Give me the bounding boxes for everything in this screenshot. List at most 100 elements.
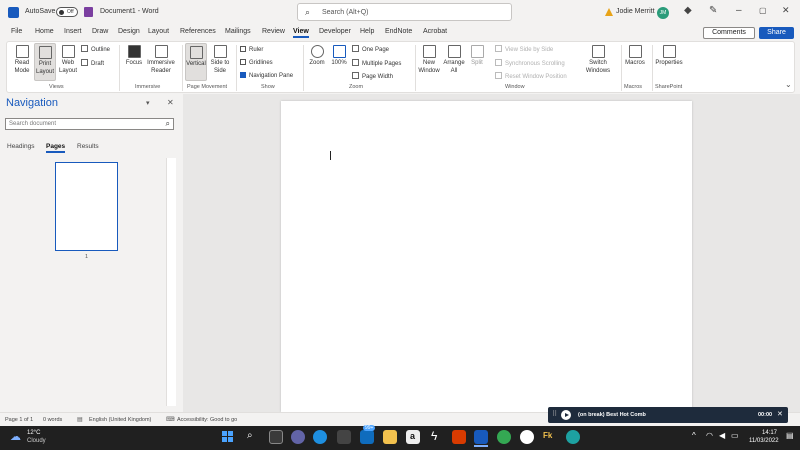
diamond-icon[interactable]: ◆ (684, 5, 692, 16)
amazon-icon[interactable]: a (406, 430, 420, 444)
avatar[interactable]: JM (657, 7, 669, 19)
font-app-icon[interactable]: Fk (543, 431, 552, 440)
split-button[interactable]: Split (468, 45, 486, 67)
notification-icon[interactable]: ▤ (786, 431, 794, 440)
drag-handle-icon[interactable]: ⠿ (552, 410, 557, 418)
language[interactable]: English (United Kingdom) (89, 417, 151, 423)
pen-icon[interactable]: ✎ (709, 5, 717, 16)
battery-icon[interactable]: ▭ (731, 431, 739, 440)
document-page[interactable] (281, 101, 692, 412)
zoom-100-label: 100% (331, 60, 347, 66)
wifi-icon[interactable]: ◠ (706, 431, 713, 440)
draft-button[interactable]: Draft (81, 59, 104, 67)
comments-button[interactable]: Comments (703, 27, 755, 39)
nav-options-icon[interactable]: ▾ (146, 99, 150, 107)
accessibility-status[interactable]: Accessibility: Good to go (177, 417, 237, 423)
play-icon[interactable] (561, 410, 571, 420)
view-side-by-side-button[interactable]: View Side by Side (495, 45, 553, 53)
synchronous-scrolling-button[interactable]: Synchronous Scrolling (495, 59, 565, 67)
windows-start-icon[interactable] (221, 430, 235, 444)
search-placeholder: Search (Alt+Q) (322, 9, 369, 16)
read-mode-button[interactable]: Read Mode (10, 45, 34, 75)
search-icon[interactable]: ⌕ (166, 119, 170, 129)
navigation-pane-checkbox[interactable]: Navigation Pane (240, 72, 293, 79)
tab-view[interactable]: View (293, 28, 309, 38)
file-explorer-icon[interactable] (383, 430, 397, 444)
close-icon[interactable]: ✕ (782, 5, 790, 16)
tab-developer[interactable]: Developer (319, 28, 351, 35)
chrome-profile-icon[interactable] (566, 430, 580, 444)
tab-help[interactable]: Help (360, 28, 374, 35)
tab-references[interactable]: References (180, 28, 216, 35)
multiple-pages-button[interactable]: Multiple Pages (352, 59, 401, 67)
collapse-ribbon-icon[interactable]: ⌄ (785, 80, 792, 89)
arrange-all-button[interactable]: Arrange All (443, 45, 465, 75)
media-player-bar[interactable]: ⠿ (on break) Best Hot Comb 00:00 ✕ (548, 407, 788, 423)
page-width-button[interactable]: Page Width (352, 72, 393, 80)
tab-design[interactable]: Design (118, 28, 140, 35)
restore-icon[interactable]: ▢ (759, 6, 767, 15)
page-count[interactable]: Page 1 of 1 (5, 417, 33, 423)
properties-button[interactable]: Properties (653, 45, 685, 67)
clock-date[interactable]: 11/03/2022 (749, 438, 779, 444)
tab-endnote[interactable]: EndNote (385, 28, 412, 35)
tab-home[interactable]: Home (35, 28, 54, 35)
tab-file[interactable]: File (11, 28, 22, 35)
tab-draw[interactable]: Draw (92, 28, 108, 35)
ruler-checkbox[interactable]: Ruler (240, 46, 263, 53)
nav-tab-headings[interactable]: Headings (7, 143, 34, 150)
side-to-side-button[interactable]: Side to Side (208, 45, 232, 75)
clock-check-icon[interactable] (520, 430, 534, 444)
close-icon[interactable]: ✕ (777, 410, 783, 418)
nav-tab-pages[interactable]: Pages (46, 143, 66, 153)
macros-button[interactable]: Macros (623, 45, 647, 67)
office-icon[interactable] (452, 430, 466, 444)
zoom-button[interactable]: Zoom (306, 45, 328, 67)
nav-close-icon[interactable]: ✕ (167, 98, 174, 107)
search-icon[interactable]: ⌕ (247, 430, 253, 441)
search-box[interactable]: ⌕ Search (Alt+Q) (297, 3, 512, 21)
tab-mailings[interactable]: Mailings (225, 28, 251, 35)
immersive-reader-button[interactable]: Immersive Reader (145, 45, 177, 75)
zoom-100-button[interactable]: 100% (329, 45, 349, 67)
clock-time[interactable]: 14:17 (762, 430, 777, 436)
save-icon[interactable] (84, 7, 93, 17)
share-button[interactable]: Share (759, 27, 794, 39)
microsoft-store-icon[interactable] (337, 430, 351, 444)
task-view-icon[interactable] (269, 430, 283, 444)
weather-desc[interactable]: Cloudy (27, 438, 46, 444)
tab-acrobat[interactable]: Acrobat (423, 28, 447, 35)
switch-windows-button[interactable]: Switch Windows (581, 45, 615, 75)
word-taskbar-icon[interactable] (474, 430, 488, 444)
nav-scrollbar[interactable] (166, 158, 176, 406)
chevron-up-icon[interactable]: ^ (692, 431, 696, 440)
web-layout-button[interactable]: Web Layout (57, 45, 79, 75)
tab-layout[interactable]: Layout (148, 28, 169, 35)
nav-tab-results[interactable]: Results (77, 143, 99, 150)
edge-icon[interactable] (313, 430, 327, 444)
group-immersive: Immersive (135, 84, 161, 90)
lightning-icon[interactable]: ϟ (431, 429, 437, 443)
print-layout-button[interactable]: Print Layout (34, 43, 56, 81)
outline-button[interactable]: Outline (81, 45, 110, 53)
one-page-button[interactable]: One Page (352, 45, 389, 53)
minimize-icon[interactable]: – (736, 5, 742, 16)
weather-temp[interactable]: 12°C (27, 430, 40, 436)
teams-chat-icon[interactable] (291, 430, 305, 444)
vertical-button[interactable]: Vertical (185, 43, 207, 81)
new-window-button[interactable]: New Window (417, 45, 441, 75)
autosave-toggle[interactable]: Off (56, 7, 78, 17)
chrome-icon[interactable] (497, 430, 511, 444)
speaker-icon[interactable]: ◀ (719, 431, 725, 440)
tab-review[interactable]: Review (262, 28, 285, 35)
user-name[interactable]: Jodie Merritt (616, 8, 655, 15)
mail-icon[interactable]: 99+ (360, 425, 376, 444)
word-count[interactable]: 0 words (43, 417, 62, 423)
page-thumbnail[interactable] (55, 162, 118, 251)
focus-button[interactable]: Focus (124, 45, 144, 67)
proofing-icon[interactable]: ▤ (77, 416, 83, 423)
search-document-input[interactable]: Search document ⌕ (5, 118, 174, 130)
gridlines-checkbox[interactable]: Gridlines (240, 59, 273, 66)
reset-window-position-button[interactable]: Reset Window Position (495, 72, 567, 80)
tab-insert[interactable]: Insert (64, 28, 82, 35)
